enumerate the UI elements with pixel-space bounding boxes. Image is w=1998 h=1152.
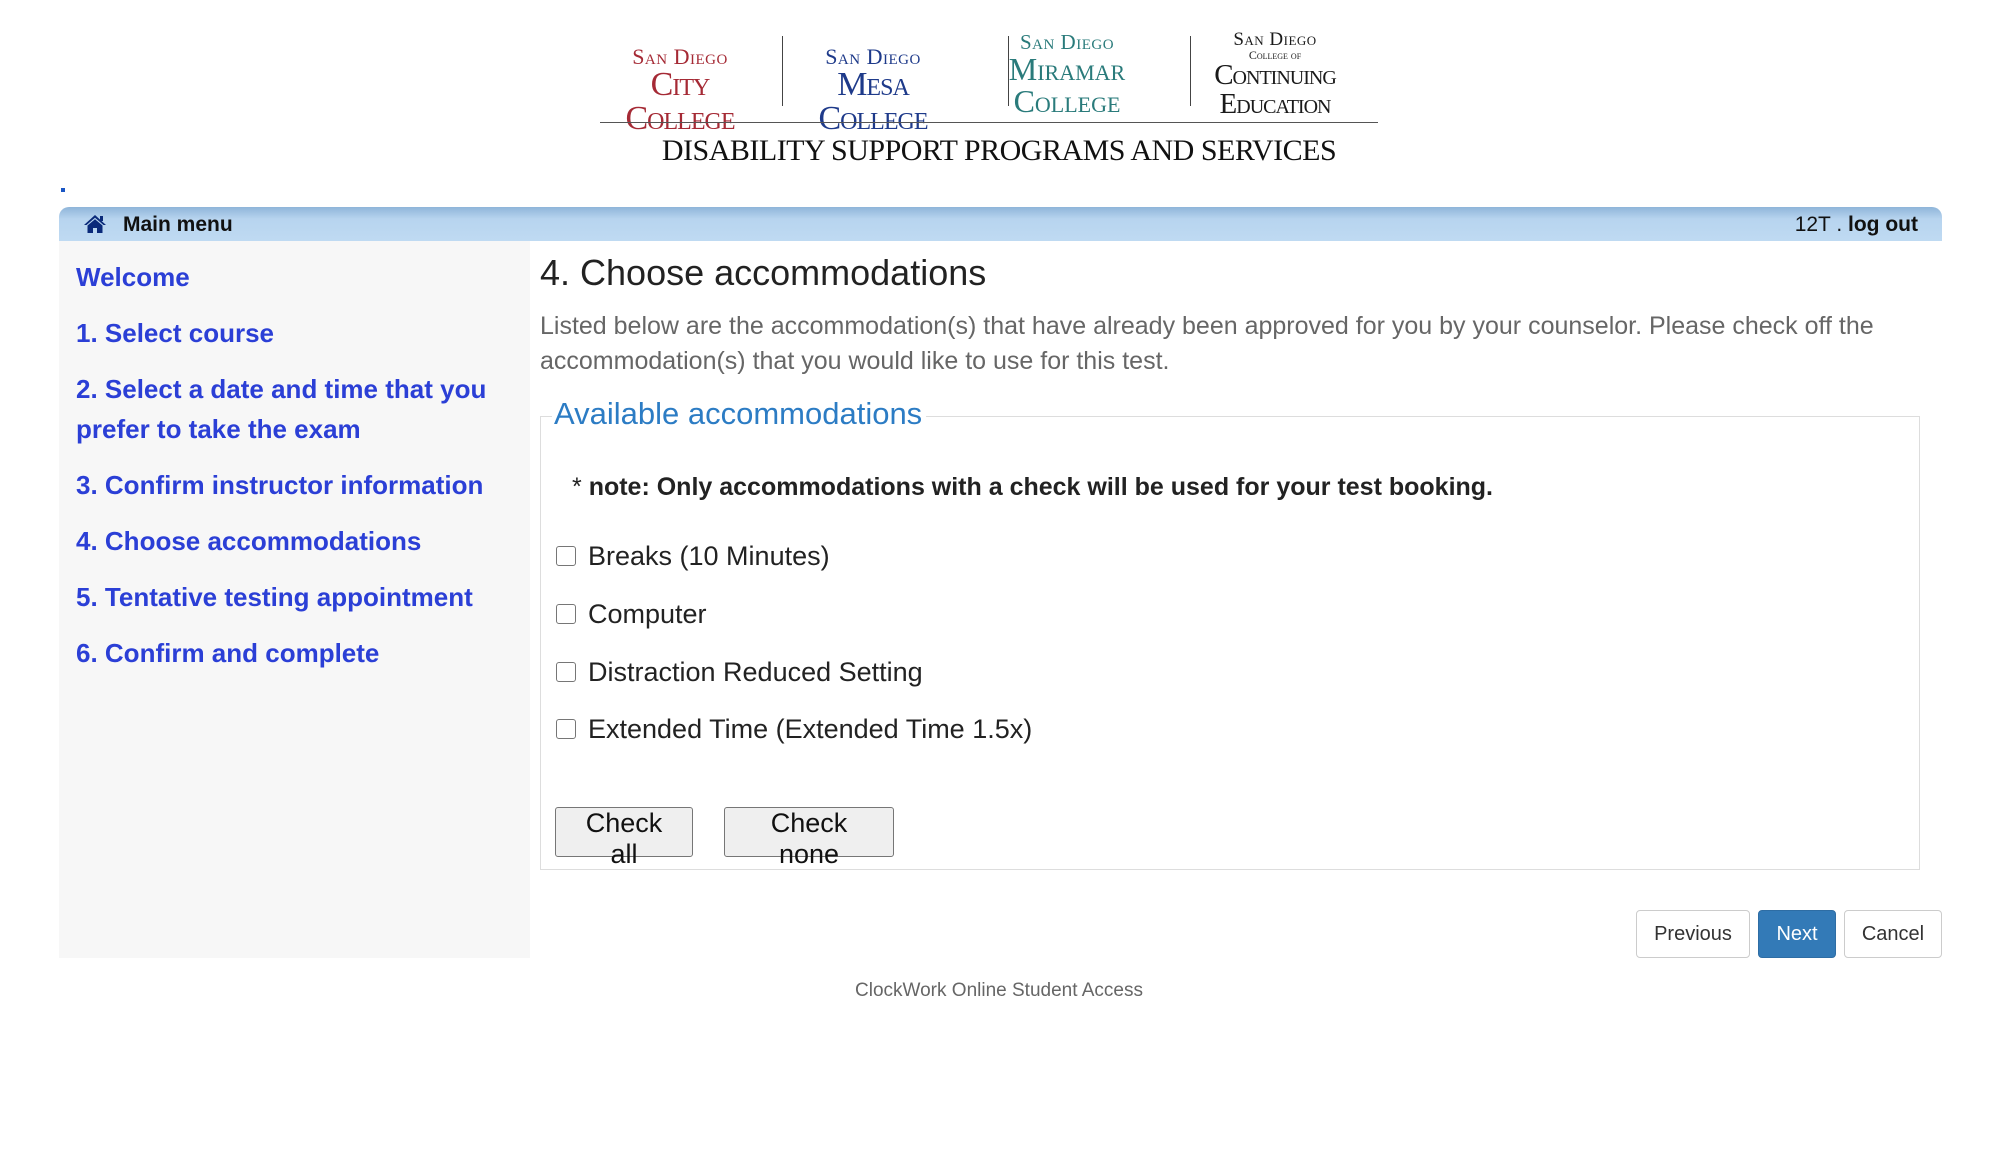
- sidebar-item-select-course[interactable]: 1. Select course: [76, 313, 516, 353]
- continuing-education-logo: San Diego College of Continuing Educatio…: [1180, 28, 1370, 119]
- logo-text: City College: [625, 66, 736, 137]
- footer-text: ClockWork Online Student Access: [855, 980, 1143, 1001]
- logout-link[interactable]: log out: [1848, 213, 1918, 236]
- sidebar-item-confirm-complete[interactable]: 6. Confirm and complete: [76, 633, 516, 673]
- page-title: 4. Choose accommodations: [540, 252, 987, 293]
- city-college-logo: San Diego City College: [605, 28, 755, 136]
- user-code: 12T .: [1794, 213, 1843, 236]
- logo-text: Continuing: [1214, 59, 1337, 91]
- logo-text: College: [1013, 83, 1121, 119]
- logo-text: San Diego: [825, 44, 921, 69]
- top-bar: Main menu 12T . log out: [59, 207, 1942, 241]
- cancel-button[interactable]: Cancel: [1844, 910, 1942, 958]
- accommodation-item: Computer: [556, 598, 707, 630]
- department-title: DISABILITY SUPPORT PROGRAMS AND SERVICES: [661, 134, 1337, 167]
- mesa-college-logo: San Diego Mesa College: [798, 28, 948, 136]
- home-icon[interactable]: [83, 214, 107, 234]
- sidebar-item-choose-accommodations[interactable]: 4. Choose accommodations: [76, 521, 516, 561]
- previous-button[interactable]: Previous: [1636, 910, 1750, 958]
- fieldset-legend: Available accommodations: [552, 396, 927, 432]
- note-asterisk: *: [572, 473, 582, 501]
- accommodation-label[interactable]: Breaks (10 Minutes): [588, 541, 830, 572]
- accommodation-item: Extended Time (Extended Time 1.5x): [556, 713, 1032, 745]
- user-area: 12T . log out: [1795, 213, 1918, 237]
- accommodations-note: * note: Only accommodations with a check…: [572, 473, 1493, 502]
- accommodation-checkbox-extended-time[interactable]: [556, 719, 576, 739]
- logo-text: San Diego: [1019, 30, 1115, 54]
- sidebar-item-select-date[interactable]: 2. Select a date and time that you prefe…: [76, 369, 516, 449]
- sidebar: Welcome 1. Select course 2. Select a dat…: [59, 241, 530, 958]
- accommodation-item: Distraction Reduced Setting: [556, 656, 923, 688]
- accommodation-label[interactable]: Computer: [588, 599, 707, 630]
- note-text: note: Only accommodations with a check w…: [588, 473, 1493, 501]
- check-all-button[interactable]: Check all: [555, 807, 693, 869]
- accommodation-item: Breaks (10 Minutes): [556, 540, 830, 572]
- college-logos: San Diego City College San Diego Mesa Co…: [600, 28, 1378, 136]
- sidebar-item-confirm-instructor[interactable]: 3. Confirm instructor information: [76, 465, 516, 505]
- accommodation-checkbox-breaks[interactable]: [556, 546, 576, 566]
- miramar-college-logo: San Diego Miramar College: [992, 28, 1142, 119]
- accommodation-checkbox-computer[interactable]: [556, 604, 576, 624]
- logo-text: San Diego: [1233, 29, 1317, 50]
- sidebar-item-welcome[interactable]: Welcome: [76, 257, 516, 297]
- accommodation-label[interactable]: Extended Time (Extended Time 1.5x): [588, 714, 1032, 745]
- logo-text: Miramar: [1008, 51, 1126, 87]
- accommodation-label[interactable]: Distraction Reduced Setting: [588, 657, 923, 688]
- page-description: Listed below are the accommodation(s) th…: [540, 312, 1874, 375]
- dot-marker: [61, 188, 65, 192]
- main-menu-link[interactable]: Main menu: [123, 213, 233, 237]
- sidebar-item-tentative-appointment[interactable]: 5. Tentative testing appointment: [76, 577, 516, 617]
- logo-text: San Diego: [632, 44, 728, 69]
- accommodation-checkbox-distraction-reduced[interactable]: [556, 662, 576, 682]
- header-divider: [600, 122, 1378, 123]
- next-button[interactable]: Next: [1758, 910, 1836, 958]
- logo-text: Mesa College: [818, 66, 929, 137]
- logo-divider: [782, 36, 783, 106]
- check-none-button[interactable]: Check none: [724, 807, 894, 869]
- logo-text: Education: [1219, 88, 1332, 120]
